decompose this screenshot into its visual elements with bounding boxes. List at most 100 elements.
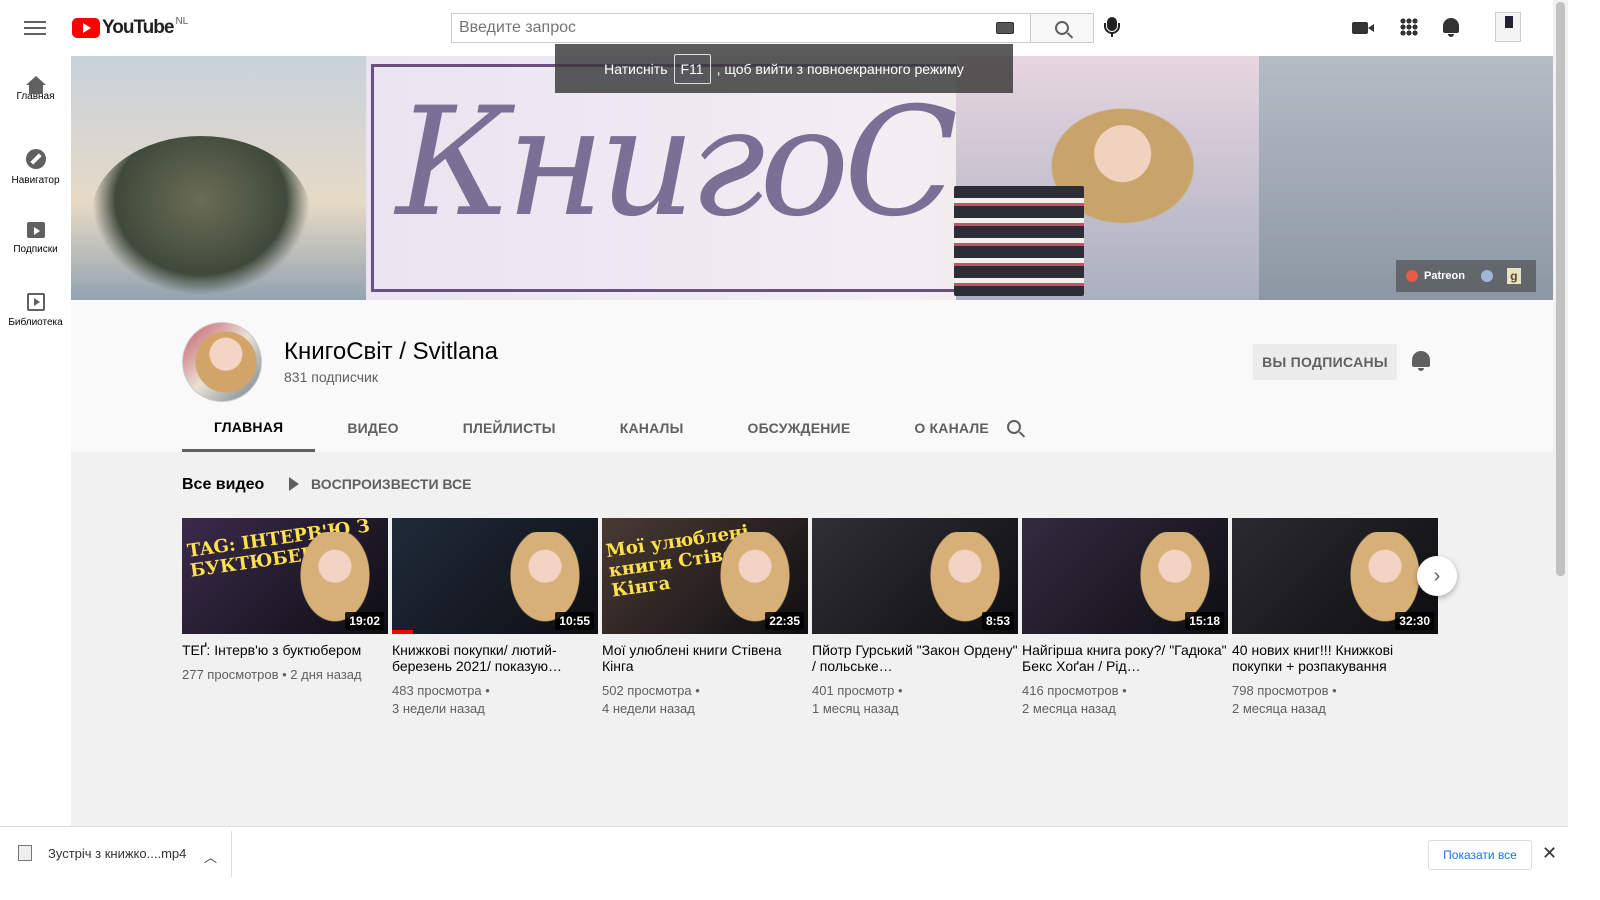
goodreads-icon[interactable]: g <box>1506 268 1521 284</box>
download-filename: Зустріч з книжко....mp4 <box>48 845 187 861</box>
tab-about[interactable]: О КАНАЛЕ <box>882 404 1021 452</box>
file-icon <box>18 845 32 861</box>
youtube-logo[interactable]: YouTube NL <box>72 15 189 39</box>
mini-guide: Главная Навигатор Подписки Библиотека <box>0 56 71 826</box>
channel-search-icon[interactable] <box>1007 420 1021 434</box>
window-bottom-edge <box>0 880 1600 900</box>
tab-channels[interactable]: КАНАЛЫ <box>588 404 716 452</box>
toast-key: F11 <box>673 53 711 84</box>
download-item[interactable]: Зустріч з книжко....mp4 <box>18 845 186 861</box>
guide-item-subscriptions[interactable]: Подписки <box>0 222 71 255</box>
next-arrow-button[interactable]: › <box>1417 556 1457 596</box>
page-scrollbar[interactable] <box>1553 0 1568 826</box>
video-meta: 401 просмотр • 1 месяц назад <box>812 682 1018 718</box>
video-duration: 32:30 <box>1395 612 1434 630</box>
channel-avatar[interactable] <box>182 322 262 402</box>
fullscreen-toast: Натисніть F11 , щоб вийти з повноекранно… <box>555 44 1013 93</box>
show-all-button[interactable]: Показати все <box>1428 840 1532 870</box>
video-title[interactable]: Книжкові покупки/ лютий-березень 2021/ п… <box>392 642 598 674</box>
books-stack <box>954 186 1084 296</box>
patreon-icon[interactable] <box>1406 270 1418 282</box>
microphone-icon[interactable] <box>1104 17 1120 37</box>
guide-item-label: Библиотека <box>8 317 63 328</box>
channel-tabs: ГЛАВНАЯ ВИДЕО ПЛЕЙЛИСТЫ КАНАЛЫ ОБСУЖДЕНИ… <box>182 404 1021 452</box>
apps-icon[interactable] <box>1400 18 1418 36</box>
account-avatar[interactable] <box>1495 12 1521 42</box>
video-card[interactable]: 8:53 Пйотр Гурський "Закон Ордену" / поль… <box>812 518 1018 718</box>
menu-icon[interactable] <box>24 18 46 38</box>
search-input[interactable] <box>451 13 1030 43</box>
meta-separator: • <box>278 667 291 682</box>
toast-after: , щоб вийти з повноекранного режиму <box>716 60 964 77</box>
meta-separator: • <box>1328 683 1337 698</box>
video-meta: 416 просмотров • 2 месяца назад <box>1022 682 1228 718</box>
video-title[interactable]: ТЕҐ: Інтерв'ю з буктюбером <box>182 642 388 658</box>
chevron-up-icon[interactable]: ︿ <box>204 847 217 866</box>
guide-item-explore[interactable]: Навигатор <box>0 149 71 186</box>
country-code: NL <box>175 15 189 27</box>
video-title[interactable]: Пйотр Гурський "Закон Ордену" / польське… <box>812 642 1018 674</box>
tab-playlists[interactable]: ПЛЕЙЛИСТЫ <box>431 404 588 452</box>
video-thumbnail[interactable]: 8:53 <box>812 518 1018 634</box>
close-icon[interactable]: ✕ <box>1542 843 1557 864</box>
video-title[interactable]: Мої улюблені книги Стівена Кінга <box>602 642 808 674</box>
window-edge <box>1568 0 1600 900</box>
video-age: 2 месяца назад <box>1022 701 1116 716</box>
video-meta: 798 просмотров • 2 месяца назад <box>1232 682 1438 718</box>
video-title[interactable]: Найгірша книга року?/ "Гадюка" Бекс Хоґа… <box>1022 642 1228 674</box>
shelf-title[interactable]: Все видео <box>182 476 264 494</box>
notifications-icon[interactable] <box>1443 18 1459 37</box>
video-thumbnail[interactable]: 10:55 <box>392 518 598 634</box>
video-duration: 10:55 <box>555 612 594 630</box>
video-thumbnail[interactable]: 32:30 <box>1232 518 1438 634</box>
library-icon <box>26 293 45 311</box>
create-video-icon[interactable] <box>1352 22 1374 34</box>
meta-separator: • <box>894 683 903 698</box>
keyboard-icon[interactable] <box>996 22 1014 34</box>
video-views: 277 просмотров <box>182 667 279 682</box>
meta-separator: • <box>1118 683 1127 698</box>
video-meta: 502 просмотра • 4 недели назад <box>602 682 808 718</box>
guide-item-label: Подписки <box>13 244 58 255</box>
search-button[interactable] <box>1030 13 1094 43</box>
compass-icon <box>25 149 46 169</box>
video-views: 798 просмотров <box>1232 683 1329 698</box>
play-all-button[interactable]: ВОСПРОИЗВЕСТИ ВСЕ <box>289 476 471 492</box>
banner-links: Patreon g <box>1396 260 1536 292</box>
tab-discussion[interactable]: ОБСУЖДЕНИЕ <box>715 404 882 452</box>
download-separator <box>231 831 232 877</box>
thumbnail-face <box>720 532 790 622</box>
banner-tree <box>91 136 311 296</box>
video-card[interactable]: 32:30 40 нових книг!!! Книжкові покупки +… <box>1232 518 1438 718</box>
tab-home[interactable]: ГЛАВНАЯ <box>182 404 316 452</box>
video-thumbnail[interactable]: Мої улюблені книги Стівена Кінга 22:35 <box>602 518 808 634</box>
patreon-link[interactable]: Patreon <box>1424 270 1465 282</box>
video-meta: 277 просмотров • 2 дня назад <box>182 666 388 684</box>
play-icon <box>289 477 299 491</box>
tab-videos[interactable]: ВИДЕО <box>315 404 430 452</box>
scrollbar-thumb[interactable] <box>1556 2 1565 576</box>
video-title[interactable]: 40 нових книг!!! Книжкові покупки + розп… <box>1232 642 1438 674</box>
guide-item-label: Навигатор <box>11 175 60 186</box>
video-thumbnail[interactable]: 15:18 <box>1022 518 1228 634</box>
video-card[interactable]: 15:18 Найгірша книга року?/ "Гадюка" Бекс… <box>1022 518 1228 718</box>
channel-name: КнигоСвіт / Svitlana <box>284 338 499 365</box>
video-card[interactable]: Мої улюблені книги Стівена Кінга 22:35 Мої… <box>602 518 808 718</box>
globe-icon[interactable] <box>1480 270 1493 282</box>
video-age: 1 месяц назад <box>812 701 899 716</box>
guide-item-home[interactable]: Главная <box>0 76 71 102</box>
guide-item-library[interactable]: Библиотека <box>0 293 71 328</box>
channel-bell-icon[interactable] <box>1412 351 1430 371</box>
video-age: 4 недели назад <box>602 701 695 716</box>
home-icon <box>25 76 46 94</box>
channel-header: КнигоСвіт / Svitlana 831 подписчик ВЫ ПО… <box>71 300 1553 452</box>
chevron-right-icon: › <box>1433 564 1441 587</box>
video-card[interactable]: TAG: ІНТЕРВ'Ю З БУКТЮБЕРОМ 19:02 ТЕҐ: Інте… <box>182 518 388 718</box>
subscribed-button[interactable]: ВЫ ПОДПИСАНЫ <box>1253 344 1397 380</box>
video-thumbnail[interactable]: TAG: ІНТЕРВ'Ю З БУКТЮБЕРОМ 19:02 <box>182 518 388 634</box>
thumbnail-face <box>1350 532 1420 622</box>
video-card[interactable]: 10:55 Книжкові покупки/ лютий-березень 20… <box>392 518 598 718</box>
video-age: 3 недели назад <box>392 701 485 716</box>
thumbnail-face <box>510 532 580 622</box>
meta-separator: • <box>691 683 700 698</box>
